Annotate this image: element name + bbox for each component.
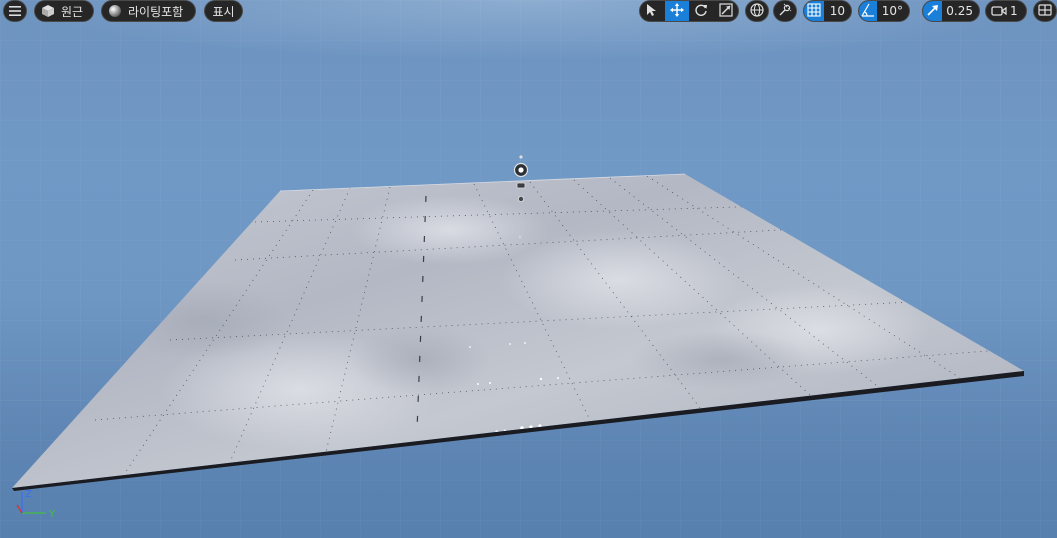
scale-snap-value[interactable]: 0.25 — [942, 4, 979, 18]
world-local-toggle[interactable] — [745, 0, 769, 22]
view-mode-button[interactable]: 원근 — [34, 0, 94, 22]
show-label: 표시 — [212, 4, 235, 19]
rotate-icon — [694, 3, 708, 20]
rotation-snap-value[interactable]: 10° — [877, 4, 909, 18]
globe-icon — [750, 2, 764, 20]
view-mode-label: 원근 — [61, 4, 84, 19]
scale-arrow-icon — [926, 3, 940, 20]
viewport-toolbar: 원근 라이팅포함 표시 10 10° 0.25 1 — [0, 0, 1057, 24]
grid-snap-toggle[interactable] — [804, 1, 824, 21]
rotation-snap-control[interactable]: 10° — [858, 0, 910, 22]
axis-gizmo: Z Y — [16, 489, 56, 520]
scale-icon — [719, 2, 733, 20]
transform-tools-group — [639, 0, 739, 22]
grid-snap-control[interactable]: 10 — [803, 0, 852, 22]
scale-tool-button[interactable] — [714, 1, 739, 21]
lighting-mode-button[interactable]: 라이팅포함 — [101, 0, 196, 22]
select-tool-button[interactable] — [640, 1, 665, 21]
scale-snap-toggle[interactable] — [923, 1, 943, 21]
axis-z-label: Z — [25, 489, 32, 500]
camera-speed-button[interactable]: 1 — [985, 0, 1027, 22]
scale-snap-control[interactable]: 0.25 — [922, 0, 980, 22]
rotation-snap-toggle[interactable] — [859, 1, 877, 21]
layout-grid-icon — [1038, 3, 1052, 19]
grid-icon — [807, 2, 821, 20]
camera-speed-value: 1 — [1010, 4, 1018, 18]
hamburger-menu-icon — [9, 6, 21, 16]
rotate-tool-button[interactable] — [689, 1, 714, 21]
viewport-layout-button[interactable] — [1033, 0, 1057, 22]
perspective-cube-icon — [35, 1, 57, 21]
translate-tool-button[interactable] — [664, 1, 689, 21]
angle-icon — [861, 3, 875, 20]
move-arrows-icon — [669, 2, 684, 20]
lighting-mode-label: 라이팅포함 — [128, 4, 184, 19]
lit-sphere-icon — [102, 1, 124, 21]
floor-plane[interactable] — [12, 173, 1024, 491]
viewport-menu-button[interactable] — [3, 0, 27, 22]
surface-snap-icon — [778, 3, 792, 20]
show-button[interactable]: 표시 — [204, 0, 243, 22]
axis-y-label: Y — [48, 509, 56, 520]
viewport-scene[interactable]: Z Y — [0, 0, 1057, 538]
grid-snap-value[interactable]: 10 — [824, 4, 851, 18]
cursor-icon — [646, 3, 658, 20]
surface-snap-toggle[interactable] — [773, 0, 797, 22]
video-camera-icon — [986, 1, 1008, 21]
